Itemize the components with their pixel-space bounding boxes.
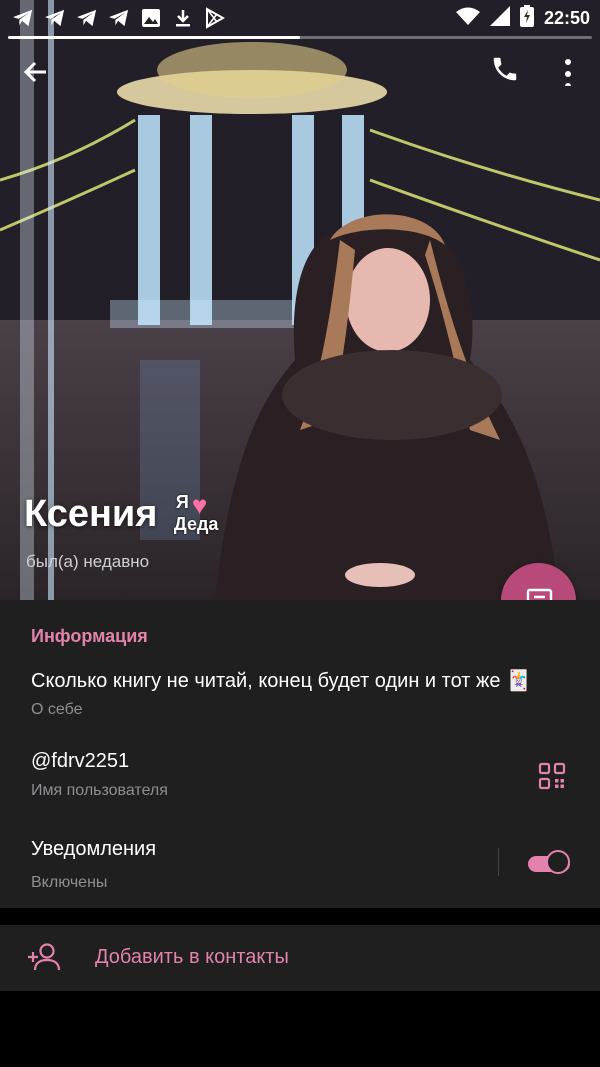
story-progress-fill [8,36,300,39]
top-app-bar [0,48,600,92]
add-contact-label: Добавить в контакты [95,946,289,968]
profile-name: Ксения [24,492,158,535]
add-user-icon [28,943,61,971]
notifications-title[interactable]: Уведомления [31,838,156,861]
username-label: Имя пользователя [31,782,168,799]
story-progress-bar [8,36,592,39]
emoji-status-badge[interactable]: Я ♥ Деда [174,490,226,538]
download-icon [172,7,194,29]
profile-name-block: Ксения Я ♥ Деда [24,490,226,538]
telegram-icon [44,7,66,29]
more-menu-button[interactable] [554,54,582,89]
telegram-icon [108,7,130,29]
username-text[interactable]: @fdrv2251 [31,750,129,773]
battery-icon [519,4,534,32]
play-store-icon [204,7,226,29]
add-contact-button[interactable]: Добавить в контакты [0,925,600,991]
bio-label: О себе [31,701,83,718]
badge-line2: Деда [173,514,219,534]
section-title: Информация [31,626,148,646]
qr-code-icon [538,762,566,790]
call-button[interactable] [490,54,522,86]
arrow-left-icon [23,61,46,83]
last-seen-status: был(а) недавно [26,552,150,571]
telegram-icon [76,7,98,29]
info-section: Информация Сколько книгу не читай, конец… [0,600,600,908]
phone-icon [493,57,517,81]
status-bar: 22:50 [0,0,600,36]
back-button[interactable] [20,56,52,88]
signal-icon [489,5,510,31]
divider [498,848,499,876]
wifi-icon [455,7,480,30]
notifications-state: Включены [31,874,108,891]
notifications-toggle[interactable] [526,850,572,876]
gallery-icon [140,7,162,29]
toggle-knob [546,850,570,874]
qr-code-button[interactable] [538,762,566,790]
bio-text[interactable]: Сколько книгу не читай, конец будет один… [31,668,531,693]
telegram-icon [12,7,34,29]
badge-line1: Я [175,492,189,512]
more-vertical-icon [565,59,571,89]
clock: 22:50 [543,7,590,28]
profile-photo[interactable]: 22:50 Ксения Я ♥ Деда был(а) недавно [0,0,600,600]
